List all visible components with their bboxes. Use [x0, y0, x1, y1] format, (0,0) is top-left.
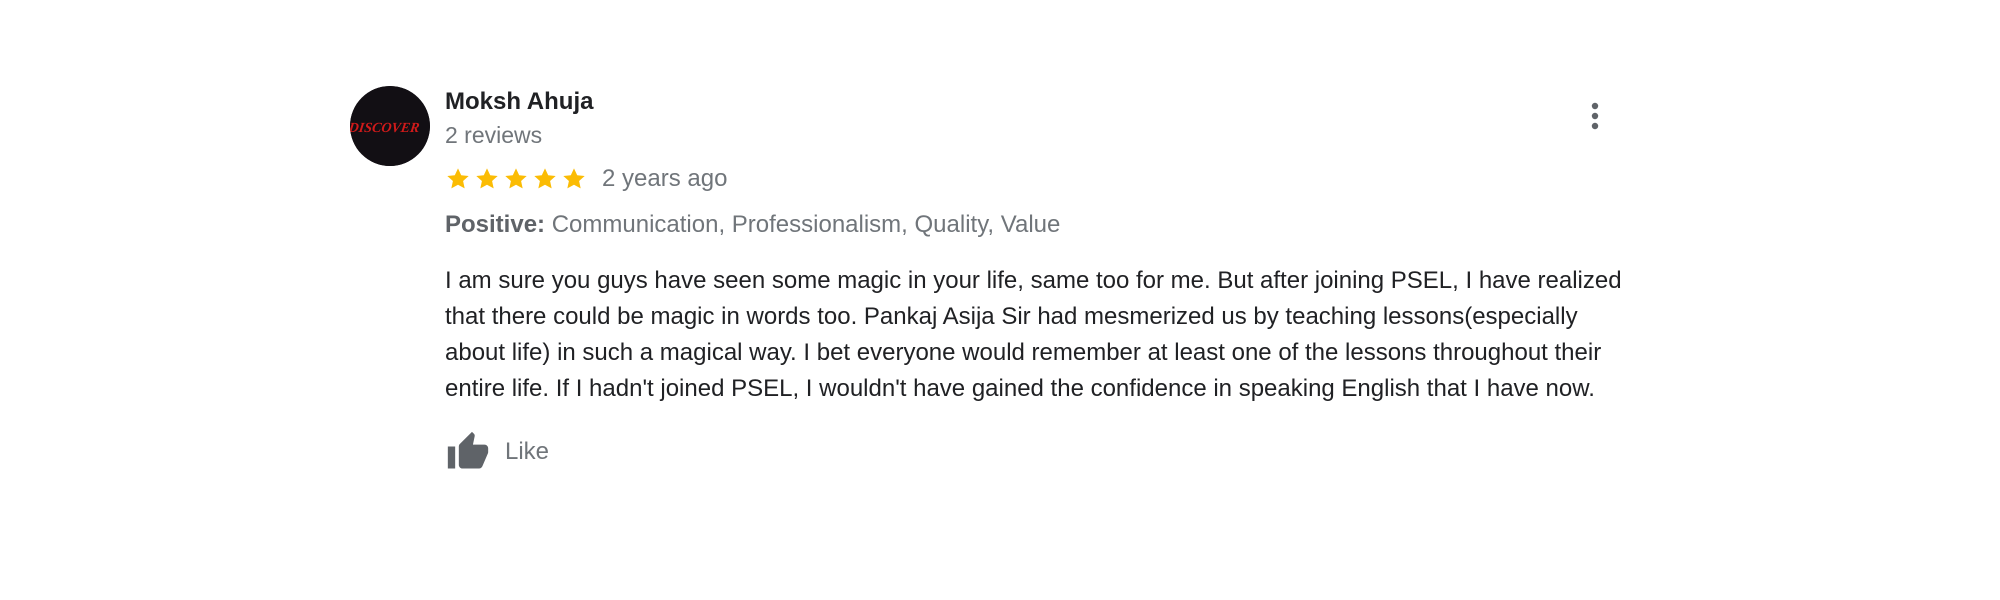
review-time: 2 years ago: [602, 165, 728, 192]
star-icon: [445, 166, 471, 192]
review-content: Moksh Ahuja 2 reviews 2 years ago Positi…: [445, 84, 1645, 475]
star-icon: [532, 166, 558, 192]
author-review-count[interactable]: 2 reviews: [445, 119, 1645, 151]
avatar-logo-text: DISCOVER: [350, 120, 421, 136]
like-button[interactable]: Like: [445, 429, 1645, 475]
review-text: I am sure you guys have seen some magic …: [445, 267, 1622, 402]
rating-row: 2 years ago: [445, 161, 1645, 197]
more-vert-icon[interactable]: [1589, 101, 1601, 131]
author-name[interactable]: Moksh Ahuja: [445, 86, 1645, 118]
avatar[interactable]: DISCOVER: [350, 86, 430, 166]
star-icon: [503, 166, 529, 192]
positive-attributes: Positive: Communication, Professionalism…: [445, 209, 1645, 241]
thumbs-up-icon[interactable]: [445, 430, 491, 474]
avatar-logo: DISCOVER: [350, 86, 430, 166]
review-card: DISCOVER Moksh Ahuja 2 reviews 2 years a…: [350, 84, 1650, 534]
star-icon: [474, 166, 500, 192]
positive-items: Communication, Professionalism, Quality,…: [551, 211, 1061, 238]
like-label[interactable]: Like: [505, 438, 549, 466]
star-icon: [561, 166, 587, 192]
more-options-button[interactable]: [1575, 96, 1615, 136]
positive-label: Positive:: [445, 211, 546, 238]
star-rating: [445, 166, 587, 192]
